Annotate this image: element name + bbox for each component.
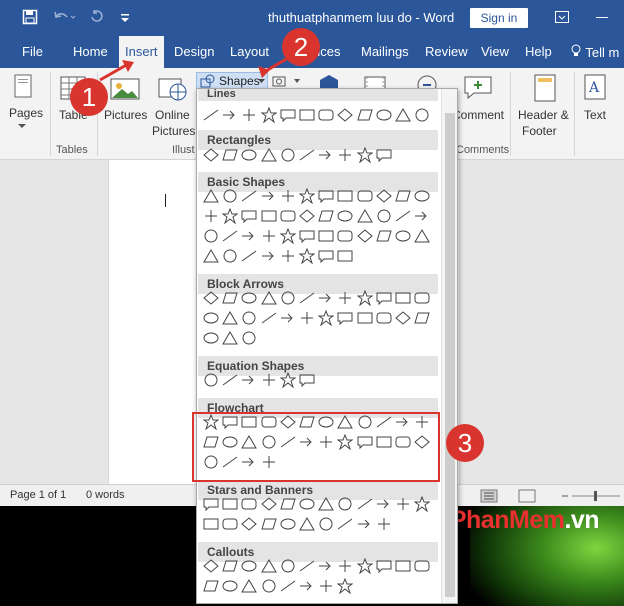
step-3-badge: 3 (446, 424, 484, 462)
step-2-badge: 2 (282, 28, 320, 66)
arrowhead-step-2 (258, 66, 270, 78)
arrow-step-1 (99, 62, 129, 82)
step-1-badge: 1 (70, 78, 108, 116)
